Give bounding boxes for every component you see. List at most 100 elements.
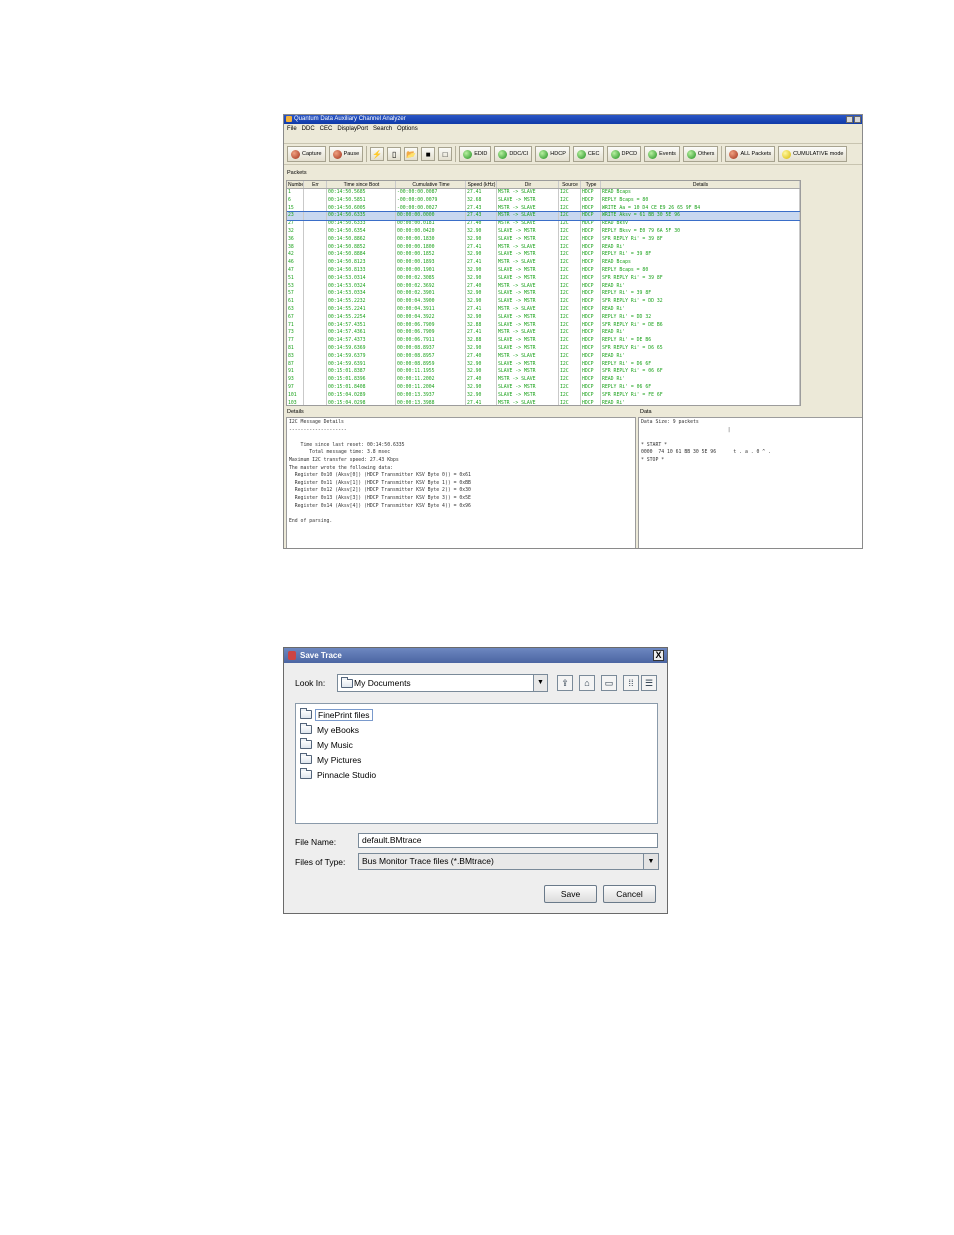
new-folder-icon: ▭ [604, 677, 614, 688]
cell-details: REPLY Ri' = 06 6F [601, 383, 800, 392]
table-row[interactable]: 61 00:14:55.2232 00:00:04.3900 32.90 SLAVE -… [287, 298, 800, 306]
table-row[interactable]: 32 00:14:50.6354 00:00:00.0420 32.90 SLAVE -… [287, 227, 800, 236]
table-row[interactable]: 1 00:14:50.5685 -00:00:00.0087 27.41 MSTR ->… [287, 189, 800, 197]
details-view-button[interactable]: ☰ [641, 675, 657, 691]
hdcp-filter-button[interactable]: HDCP [535, 146, 570, 162]
menu-cec[interactable]: CEC [320, 124, 333, 135]
data-pane[interactable]: Data Size: 9 packets | * START * 0000 74… [638, 417, 862, 548]
signal-icon[interactable]: ⚡ [370, 147, 385, 161]
minimize-icon[interactable] [846, 116, 853, 123]
close-button[interactable]: X [653, 650, 664, 661]
list-item[interactable]: Pinnacle Studio [299, 767, 654, 782]
all-packets-button[interactable]: ALL Packets [725, 146, 776, 162]
column-header-speed[interactable]: Speed (kHz) [466, 181, 497, 188]
events-filter-button[interactable]: Events [644, 146, 680, 162]
save-disk-icon[interactable]: ■ [421, 147, 436, 161]
menu-displayport[interactable]: DisplayPort [337, 124, 368, 135]
table-row[interactable]: 71 00:14:57.4351 00:00:06.7909 32.88 SLAVE -… [287, 321, 800, 330]
table-row[interactable]: 42 00:14:50.8884 00:00:00.1852 32.90 SLAVE -… [287, 251, 800, 260]
table-row[interactable]: 87 00:14:59.6391 00:00:08.8959 32.90 SLAVE -… [287, 360, 800, 369]
cell-dir: SLAVE -> MSTR [497, 196, 559, 205]
new-file-icon[interactable]: ▯ [387, 147, 402, 161]
list-item[interactable]: FinePrint files [299, 707, 654, 722]
table-row[interactable]: 57 00:14:53.0334 00:00:02.3901 32.90 SLAVE -… [287, 290, 800, 299]
edid-filter-button[interactable]: EDID [459, 146, 492, 162]
cell-time-since-boot: 00:14:57.4361 [327, 329, 396, 338]
table-row[interactable]: 77 00:14:57.4373 00:00:06.7911 32.88 SLAVE -… [287, 337, 800, 345]
column-header-err[interactable]: Err [304, 181, 327, 188]
cell-number: 36 [287, 235, 304, 244]
menu-file[interactable]: File [287, 124, 297, 135]
new-folder-button[interactable]: ▭ [601, 675, 617, 691]
cell-time-since-boot: 00:14:50.5685 [327, 189, 396, 197]
chevron-down-icon[interactable]: ▼ [533, 675, 547, 691]
cancel-button[interactable]: Cancel [603, 885, 656, 903]
open-folder-icon[interactable]: 📂 [404, 147, 419, 161]
cell-cumulative-time: 00:00:00.1800 [396, 243, 466, 252]
table-row[interactable]: 81 00:14:59.6369 00:00:08.8937 32.90 SLAVE -… [287, 344, 800, 353]
file-list: FinePrint files My eBooks My Music My Pi… [295, 703, 658, 824]
table-row[interactable]: 101 00:15:04.0289 00:00:13.3937 32.90 SLAVE … [287, 391, 800, 400]
ddcci-filter-button[interactable]: DDC/CI [494, 146, 533, 162]
column-header-source[interactable]: Source [559, 181, 581, 188]
list-view-button[interactable]: ⁞⁞ [623, 675, 639, 691]
list-item[interactable]: My eBooks [299, 722, 654, 737]
cell-time-since-boot: 00:14:59.6369 [327, 344, 396, 353]
table-row[interactable]: 73 00:14:57.4361 00:00:06.7909 27.41 MSTR ->… [287, 329, 800, 338]
cell-dir: MSTR -> SLAVE [497, 204, 559, 213]
cec-filter-button[interactable]: CEC [572, 146, 604, 162]
table-row[interactable]: 67 00:14:55.2254 00:00:04.3922 32.90 SLAVE -… [287, 313, 800, 322]
column-header-number[interactable]: Number [287, 181, 304, 188]
column-header-time-since-boot[interactable]: Time since Boot [327, 181, 396, 188]
others-filter-button[interactable]: Others [682, 146, 719, 162]
column-header-type[interactable]: Type [581, 181, 601, 188]
table-row[interactable]: 46 00:14:50.8123 00:00:00.1893 27.41 MSTR ->… [287, 259, 800, 267]
table-row[interactable]: 27 00:14:50.6333 00:00:00.0181 27.40 MSTR ->… [287, 220, 800, 228]
table-row[interactable]: 91 00:15:01.8387 00:00:11.1955 32.90 SLAVE -… [287, 368, 800, 377]
table-row[interactable]: 36 00:14:50.8862 00:00:00.1830 32.90 SLAVE -… [287, 235, 800, 244]
cell-time-since-boot: 00:14:55.2241 [327, 305, 396, 314]
table-row[interactable]: 53 00:14:53.0324 00:00:02.3692 27.40 MSTR ->… [287, 282, 800, 291]
table-row[interactable]: 38 00:14:50.8852 00:00:00.1800 27.41 MSTR ->… [287, 243, 800, 252]
table-row[interactable]: 93 00:15:01.8396 00:00:11.2002 27.40 MSTR ->… [287, 376, 800, 384]
column-header-cumulative-time[interactable]: Cumulative Time [396, 181, 466, 188]
menu-ddc[interactable]: DDC [302, 124, 315, 135]
table-row[interactable]: 51 00:14:53.0314 00:00:02.3085 32.90 SLAVE -… [287, 274, 800, 283]
cumulative-mode-button[interactable]: CUMULATIVE mode [778, 146, 848, 162]
cell-type: HDCP [581, 352, 601, 361]
column-header-dir[interactable]: Dir [497, 181, 559, 188]
table-row[interactable]: 47 00:14:50.8133 00:00:00.1901 32.90 SLAVE -… [287, 266, 800, 275]
table-row[interactable]: 103 00:15:04.0298 00:00:13.3988 27.41 MSTR -… [287, 399, 800, 405]
save-button[interactable]: Save [544, 885, 597, 903]
table-row[interactable]: 15 00:14:50.6005 -00:00:00.0027 27.43 MSTR -… [287, 204, 800, 213]
cell-details: SFR REPLY Ri' = FE 6F [601, 391, 800, 400]
cell-cumulative-time: 00:00:04.3911 [396, 305, 466, 314]
up-folder-button[interactable]: ⇪ [557, 675, 573, 691]
capture-button[interactable]: Capture [287, 146, 326, 162]
look-in-dropdown[interactable]: My Documents ▼ [337, 674, 548, 692]
table-row[interactable]: 83 00:14:59.6379 00:00:08.8957 27.40 MSTR ->… [287, 352, 800, 361]
maximize-icon[interactable] [854, 116, 861, 123]
cell-number: 77 [287, 337, 304, 345]
pause-button[interactable]: Pause [328, 146, 364, 162]
menu-options[interactable]: Options [397, 124, 418, 135]
table-row[interactable]: 6 00:14:50.5851 -00:00:00.0079 32.68 SLAVE -… [287, 196, 800, 205]
cell-speed: 32.90 [466, 290, 497, 299]
list-item[interactable]: My Music [299, 737, 654, 752]
table-row[interactable]: 63 00:14:55.2241 00:00:04.3911 27.41 MSTR ->… [287, 305, 800, 314]
details-pane[interactable]: I2C Message Details --------------------… [286, 417, 636, 548]
table-row[interactable]: 97 00:15:01.8408 00:00:11.2004 32.90 SLAVE -… [287, 383, 800, 392]
list-item[interactable]: My Pictures [299, 752, 654, 767]
file-name-input[interactable]: default.BMtrace [358, 833, 658, 848]
cell-speed: 32.68 [466, 196, 497, 205]
table-row[interactable]: 23 00:14:50.6335 00:00:00.0000 27.43 MSTR ->… [287, 211, 800, 222]
chevron-down-icon[interactable]: ▼ [643, 854, 658, 869]
disabled-icon[interactable]: □ [438, 147, 453, 161]
cell-err [304, 220, 327, 228]
home-button[interactable]: ⌂ [579, 675, 595, 691]
dpcd-filter-button[interactable]: DPCD [606, 146, 642, 162]
menu-search[interactable]: Search [373, 124, 392, 135]
file-type-dropdown[interactable]: Bus Monitor Trace files (*.BMtrace) ▼ [358, 853, 659, 870]
cell-type: HDCP [581, 204, 601, 213]
column-header-details[interactable]: Details [601, 181, 800, 188]
